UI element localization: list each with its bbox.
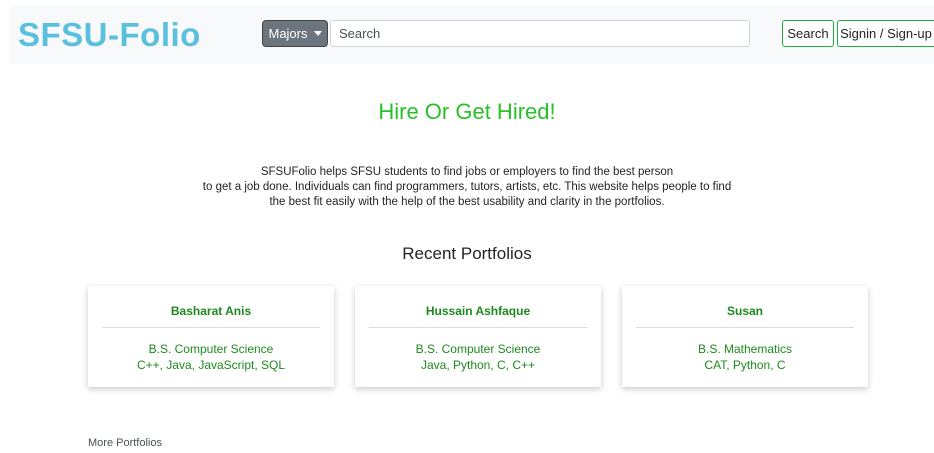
navbar: SFSU-Folio Majors Search Signin / Sign-u… [10, 6, 934, 64]
brand-logo[interactable]: SFSU-Folio [18, 16, 201, 54]
portfolio-skills: CAT, Python, C [704, 358, 786, 372]
majors-dropdown-button[interactable]: Majors [262, 20, 328, 47]
more-portfolios-link[interactable]: More Portfolios [88, 437, 162, 449]
recent-portfolios-title: Recent Portfolios [402, 244, 532, 263]
card-divider [636, 327, 854, 328]
majors-label: Majors [268, 26, 308, 41]
intro-paragraph: SFSUFolio helps SFSU students to find jo… [180, 165, 754, 210]
portfolio-name[interactable]: Hussain Ashfaque [355, 304, 601, 318]
intro-line: to get a job done. Individuals can find … [202, 181, 732, 193]
portfolio-degree: B.S. Computer Science [415, 342, 541, 356]
portfolio-skills: Java, Python, C, C++ [420, 358, 536, 372]
portfolio-name[interactable]: Susan [622, 304, 868, 318]
portfolio-degree: B.S. Computer Science [148, 342, 274, 356]
intro-line: the best fit easily with the help of the… [269, 196, 665, 208]
card-divider [102, 327, 320, 328]
portfolio-card[interactable]: Susan B.S. Mathematics CAT, Python, C [622, 286, 868, 387]
search-button[interactable]: Search [782, 20, 834, 47]
caret-down-icon [313, 31, 322, 36]
portfolio-card[interactable]: Hussain Ashfaque B.S. Computer Science J… [355, 286, 601, 387]
signin-button[interactable]: Signin / Sign-up [837, 20, 934, 47]
hero-headline: Hire Or Get Hired! [378, 99, 556, 124]
search-input[interactable] [330, 20, 750, 47]
portfolio-card[interactable]: Basharat Anis B.S. Computer Science C++,… [88, 286, 334, 387]
card-divider [369, 327, 587, 328]
portfolio-name[interactable]: Basharat Anis [88, 304, 334, 318]
intro-line: SFSUFolio helps SFSU students to find jo… [260, 166, 674, 178]
portfolio-skills: C++, Java, JavaScript, SQL [136, 358, 286, 372]
portfolio-degree: B.S. Mathematics [697, 342, 793, 356]
